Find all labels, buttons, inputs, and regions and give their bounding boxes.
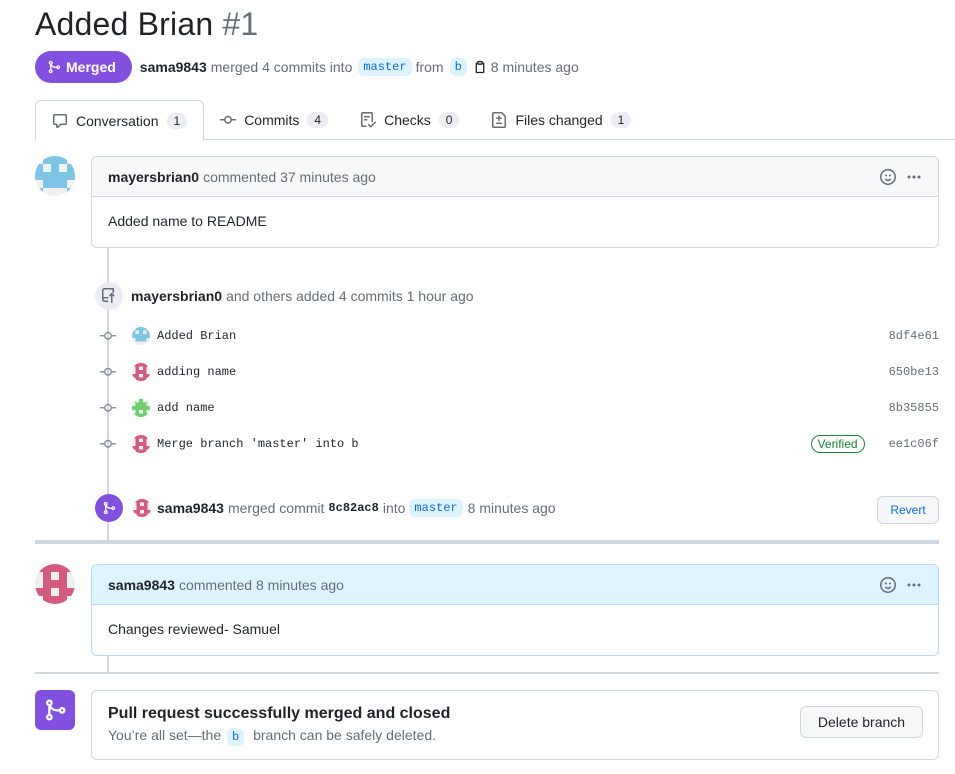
- commit-dot-icon: [99, 328, 117, 344]
- commit-sha-link[interactable]: 8b35855: [889, 401, 939, 415]
- tab-checks[interactable]: Checks 0: [344, 100, 475, 140]
- comment-header: sama9843 commented 8 minutes ago: [92, 565, 938, 605]
- merged-event-into: into: [382, 500, 406, 516]
- commit-sha-link[interactable]: 8df4e61: [889, 329, 939, 343]
- comment-meta[interactable]: commented 8 minutes ago: [179, 577, 344, 593]
- comment-body: Added name to README: [108, 213, 267, 229]
- avatar[interactable]: [132, 435, 150, 453]
- from-text: from: [415, 59, 444, 75]
- commits-event-meta: and others added 4 commits 1 hour ago: [226, 288, 474, 304]
- merged-event: sama9843 merged commit 8c82ac8 into mast…: [95, 494, 556, 522]
- delete-branch-button[interactable]: Delete branch: [800, 706, 923, 738]
- tab-counter: 1: [610, 112, 632, 128]
- comment-author-link[interactable]: sama9843: [108, 577, 175, 593]
- commit-row: adding name 650be13: [99, 362, 939, 382]
- commits-event: mayersbrian0 and others added 4 commits …: [95, 282, 474, 310]
- copy-icon[interactable]: [473, 59, 487, 75]
- tab-counter: 4: [307, 112, 329, 128]
- pr-time: 8 minutes ago: [490, 59, 579, 75]
- pr-title-text: Added Brian: [35, 6, 214, 42]
- merge-icon: [95, 494, 123, 522]
- commit-message-link[interactable]: add name: [157, 401, 215, 415]
- repo-push-icon: [95, 282, 123, 310]
- avatar[interactable]: [132, 399, 150, 417]
- avatar[interactable]: [132, 327, 150, 345]
- commit-message-link[interactable]: Merge branch 'master' into b: [157, 437, 359, 451]
- tab-commits[interactable]: Commits 4: [204, 100, 344, 140]
- avatar[interactable]: [35, 564, 75, 604]
- file-diff-icon: [492, 112, 507, 128]
- commit-message-link[interactable]: adding name: [157, 365, 236, 379]
- tab-label: Commits: [244, 112, 300, 128]
- pr-meta: Merged sama9843 merged 4 commits into ma…: [35, 51, 583, 83]
- comment-box: mayersbrian0 commented 37 minutes ago Ad…: [91, 156, 939, 248]
- pr-author-link[interactable]: sama9843: [140, 59, 207, 75]
- comment-box: sama9843 commented 8 minutes ago Changes…: [91, 564, 939, 656]
- merged-event-time: 8 minutes ago: [467, 500, 556, 516]
- pr-action-text: merged 4 commits into: [210, 59, 353, 75]
- tab-counter: 0: [438, 112, 460, 128]
- tab-label: Checks: [384, 112, 431, 128]
- merge-icon: [48, 60, 61, 74]
- merge-icon: [35, 690, 75, 730]
- commits-event-author[interactable]: mayersbrian0: [131, 288, 222, 304]
- merged-status-badge: Merged: [35, 51, 132, 83]
- merged-status-label: Merged: [66, 59, 116, 75]
- merge-commit-link[interactable]: 8c82ac8: [328, 501, 378, 515]
- comment-actions: [880, 576, 922, 593]
- merged-event-text: merged commit: [227, 500, 325, 516]
- pr-title: Added Brian #1: [35, 6, 258, 43]
- merge-subtext-before: You’re all set—the: [108, 727, 222, 743]
- smiley-icon[interactable]: [880, 168, 896, 185]
- revert-button[interactable]: Revert: [877, 496, 939, 524]
- comment-actions: [880, 168, 922, 185]
- comment-header: mayersbrian0 commented 37 minutes ago: [92, 157, 938, 197]
- commit-dot-icon: [99, 436, 117, 452]
- comment-body: Changes reviewed- Samuel: [108, 621, 280, 637]
- commit-row: Merge branch 'master' into b Verified ee…: [99, 434, 939, 454]
- comment-author-link[interactable]: mayersbrian0: [108, 169, 199, 185]
- kebab-horizontal-icon[interactable]: [906, 169, 922, 185]
- base-branch-link[interactable]: master: [409, 499, 463, 517]
- tab-label: Files changed: [515, 112, 603, 128]
- comment-icon: [53, 113, 67, 128]
- kebab-horizontal-icon[interactable]: [906, 577, 922, 593]
- comment-meta[interactable]: commented 37 minutes ago: [203, 169, 376, 185]
- tab-counter: 1: [166, 112, 188, 129]
- head-branch-link[interactable]: b: [227, 728, 245, 746]
- merge-subtext-after: branch can be safely deleted.: [253, 727, 436, 743]
- commit-row: Added Brian 8df4e61: [99, 326, 939, 346]
- verified-badge[interactable]: Verified: [810, 435, 865, 453]
- commit-sha-link[interactable]: 650be13: [889, 365, 939, 379]
- commit-sha-link[interactable]: ee1c06f: [889, 437, 939, 451]
- tab-files-changed[interactable]: Files changed 1: [475, 100, 647, 140]
- commit-message-link[interactable]: Added Brian: [157, 329, 236, 343]
- timeline-line: [107, 655, 109, 673]
- merged-event-author[interactable]: sama9843: [157, 500, 224, 516]
- timeline-divider: [35, 540, 939, 544]
- avatar[interactable]: [133, 499, 151, 517]
- pr-number: #1: [222, 6, 259, 42]
- smiley-icon[interactable]: [880, 576, 896, 593]
- commit-row: add name 8b35855: [99, 398, 939, 418]
- commit-dot-icon: [99, 400, 117, 416]
- commit-dot-icon: [99, 364, 117, 380]
- checklist-icon: [361, 112, 377, 128]
- pr-tabs: Conversation 1 Commits 4 Checks 0 Files …: [35, 100, 955, 141]
- tab-label: Conversation: [76, 112, 159, 129]
- head-branch-link[interactable]: b: [449, 58, 467, 76]
- tab-conversation[interactable]: Conversation 1: [35, 100, 205, 141]
- timeline-divider: [35, 672, 939, 674]
- commit-icon: [220, 115, 237, 124]
- base-branch-link[interactable]: master: [358, 58, 412, 76]
- avatar[interactable]: [132, 363, 150, 381]
- avatar[interactable]: [35, 156, 75, 196]
